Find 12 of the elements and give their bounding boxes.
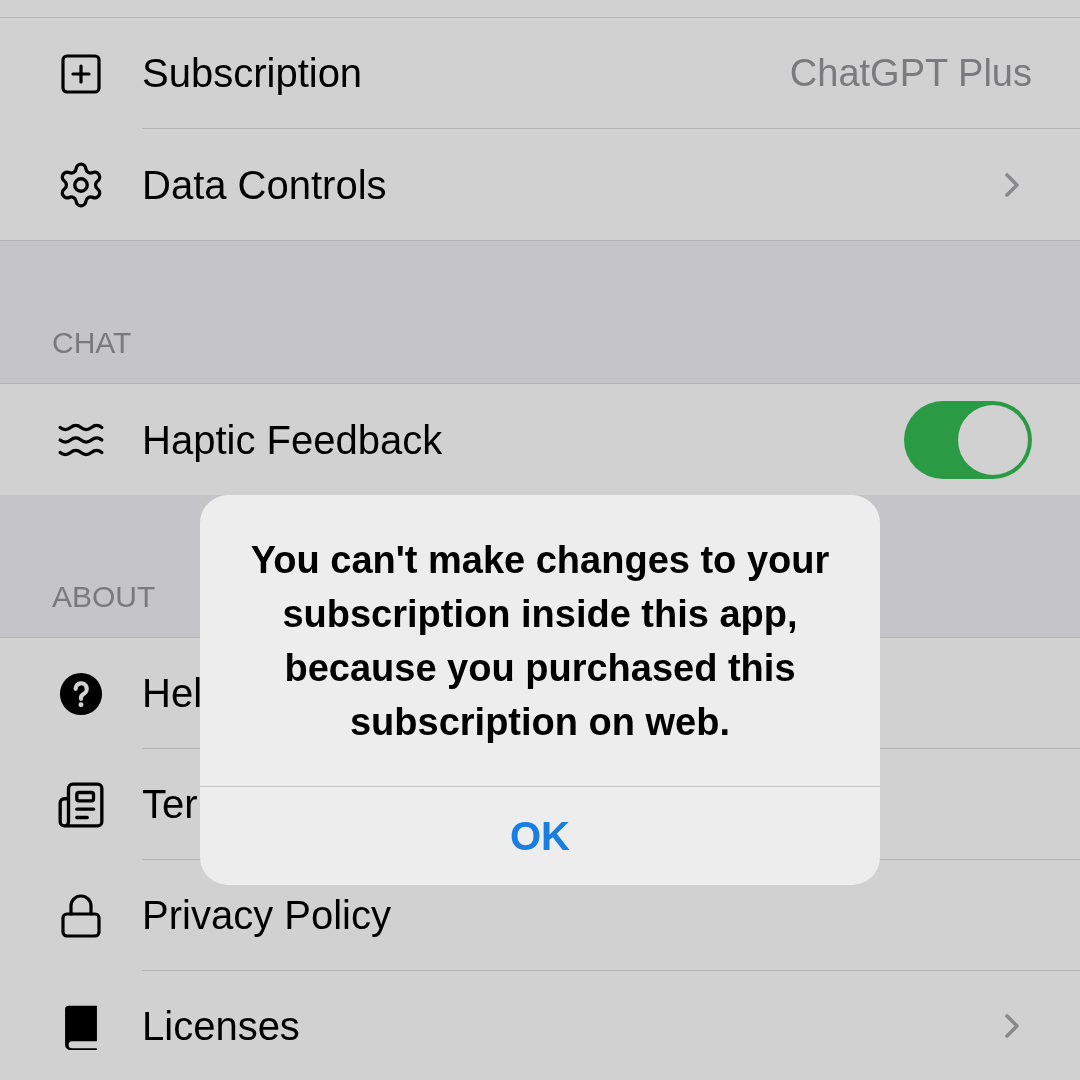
row-label[interactable]: Licenses bbox=[142, 996, 300, 1056]
section-header: CHAT bbox=[52, 325, 132, 361]
section-header: ABOUT bbox=[52, 579, 156, 615]
alert-message: You can't make changes to your subscription inside this app, because you purchased this subscription on web. bbox=[249, 537, 831, 745]
help-icon bbox=[58, 670, 104, 717]
row-label[interactable]: Data Controls bbox=[142, 154, 387, 215]
row-value: ChatGPT Plus bbox=[789, 50, 1032, 96]
ok-button[interactable]: OK bbox=[200, 787, 880, 885]
row-label[interactable]: Haptic Feedback bbox=[142, 409, 443, 470]
row-label[interactable]: Privacy Policy bbox=[142, 885, 391, 945]
row-label[interactable]: Subscription bbox=[142, 43, 363, 103]
row-label[interactable]: Ter bbox=[142, 774, 198, 834]
